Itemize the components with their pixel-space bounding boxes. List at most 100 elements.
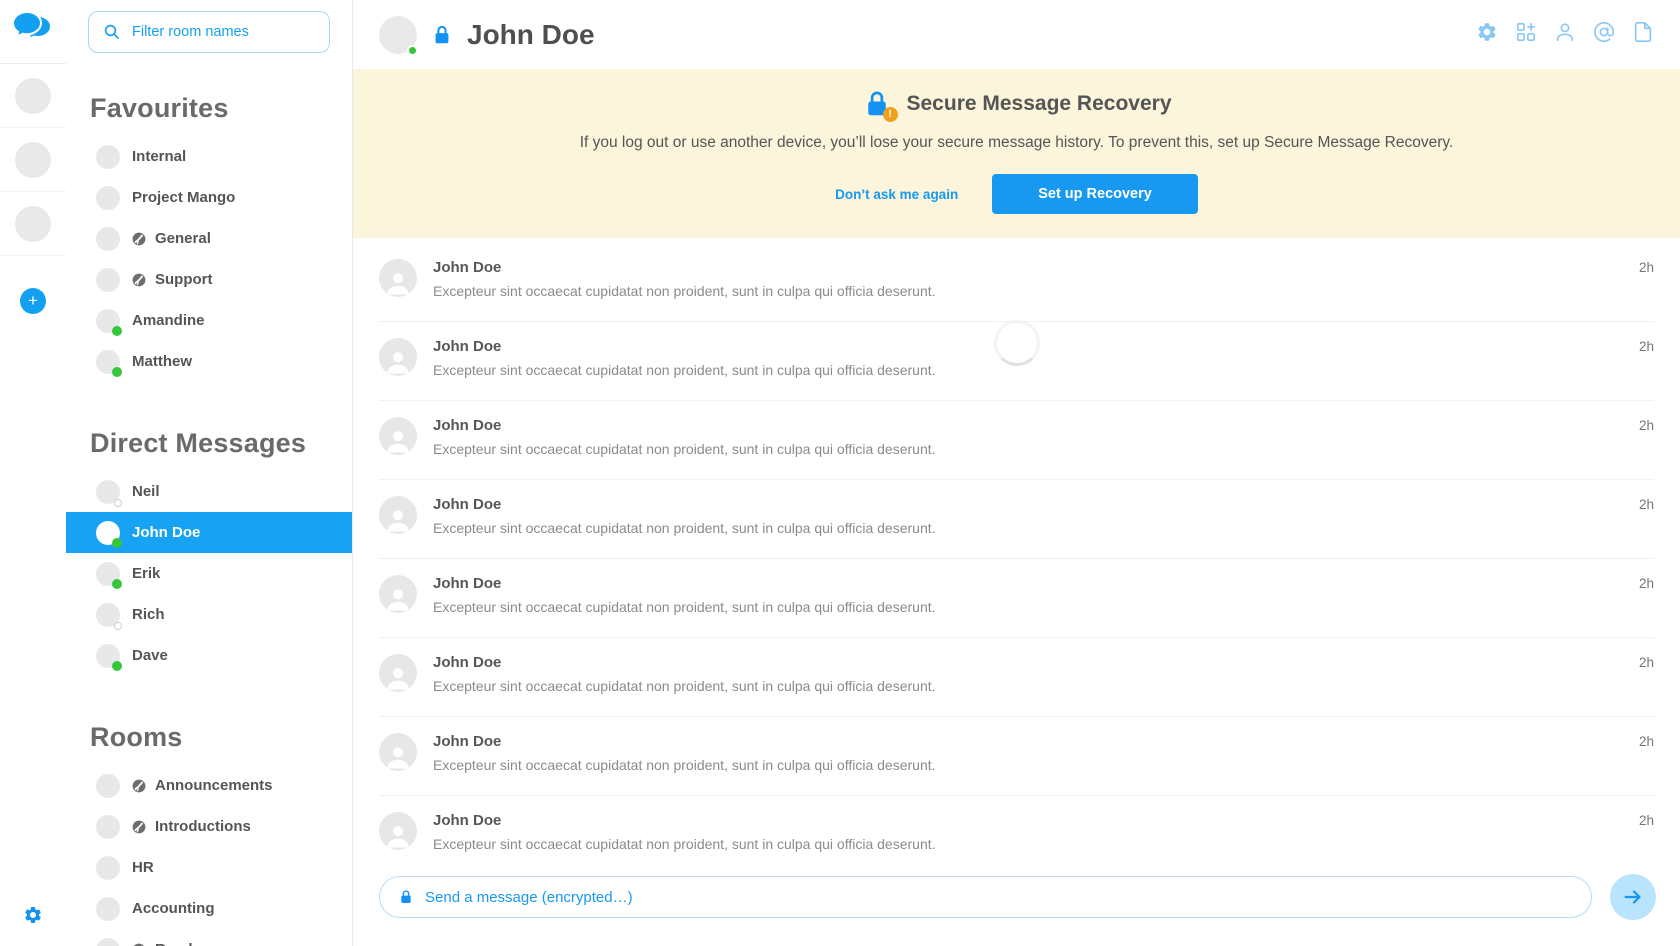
globe-icon <box>132 943 146 946</box>
room-list-item[interactable]: HR <box>66 847 352 888</box>
message-row[interactable]: John Doe Excepteur sint occaecat cupidat… <box>379 638 1654 717</box>
files-button[interactable] <box>1632 21 1654 48</box>
message-timestamp: 2h <box>1639 496 1654 558</box>
lock-icon <box>398 889 414 905</box>
rail-community-avatar[interactable] <box>0 192 66 256</box>
setup-recovery-button[interactable]: Set up Recovery <box>992 174 1198 214</box>
sender-name: John Doe <box>433 733 1623 750</box>
chat-header: John Doe <box>353 0 1680 69</box>
app-logo[interactable] <box>0 0 66 64</box>
person-icon <box>383 583 413 613</box>
room-list-item[interactable]: Matthew <box>66 341 352 382</box>
message-input[interactable] <box>425 889 1573 906</box>
room-name: HR <box>132 859 154 876</box>
room-list-item[interactable]: Neil <box>66 471 352 512</box>
room-list-item[interactable]: Dave <box>66 635 352 676</box>
room-filter[interactable] <box>88 11 330 53</box>
lock-warning-icon: ! <box>862 89 892 119</box>
message-timestamp: 2h <box>1639 575 1654 637</box>
presence-dot <box>112 579 122 589</box>
message-row[interactable]: John Doe Excepteur sint occaecat cupidat… <box>379 796 1654 862</box>
room-list-item[interactable]: General <box>66 218 352 259</box>
room-list-item[interactable]: Project Mango <box>66 177 352 218</box>
room-name: Announcements <box>155 777 273 794</box>
gear-icon <box>1476 21 1498 48</box>
room-name: Internal <box>132 148 186 165</box>
room-avatar <box>96 815 120 839</box>
room-avatar <box>96 938 120 946</box>
chat-title: John Doe <box>467 19 595 51</box>
presence-dot <box>114 622 122 630</box>
room-list-item[interactable]: Erik <box>66 553 352 594</box>
members-button[interactable] <box>1554 21 1576 48</box>
online-dot <box>407 45 418 56</box>
person-icon <box>383 425 413 455</box>
section-title-direct-messages: Direct Messages <box>90 428 352 459</box>
add-community-button[interactable]: + <box>20 288 46 314</box>
send-button[interactable] <box>1610 874 1656 920</box>
message-text: Excepteur sint occaecat cupidatat non pr… <box>433 836 1623 852</box>
room-avatar <box>96 856 120 880</box>
secure-recovery-banner: ! Secure Message Recovery If you log out… <box>353 69 1680 238</box>
room-list-item[interactable]: Random <box>66 929 352 946</box>
room-name: General <box>155 230 211 247</box>
section-title-rooms: Rooms <box>90 722 352 753</box>
sender-avatar <box>379 417 417 455</box>
message-list: John Doe Excepteur sint occaecat cupidat… <box>353 238 1680 862</box>
message-composer <box>353 862 1680 946</box>
message-timestamp: 2h <box>1639 654 1654 716</box>
add-widget-button[interactable] <box>1515 21 1537 48</box>
room-name: Rich <box>132 606 165 623</box>
presence-dot <box>112 538 122 548</box>
room-list-item[interactable]: Announcements <box>66 765 352 806</box>
room-avatar <box>96 521 120 545</box>
dismiss-link[interactable]: Don’t ask me again <box>835 187 958 202</box>
message-timestamp: 2h <box>1639 259 1654 321</box>
room-settings-button[interactable] <box>1476 21 1498 48</box>
room-avatar <box>96 644 120 668</box>
room-name: Random <box>155 941 215 946</box>
message-row[interactable]: John Doe Excepteur sint occaecat cupidat… <box>379 480 1654 559</box>
room-list-item[interactable]: Accounting <box>66 888 352 929</box>
rail-community-avatar[interactable] <box>0 128 66 192</box>
message-timestamp: 2h <box>1639 812 1654 862</box>
message-text: Excepteur sint occaecat cupidatat non pr… <box>433 757 1623 773</box>
sender-avatar <box>379 259 417 297</box>
room-avatar <box>96 145 120 169</box>
avatar <box>15 206 51 242</box>
room-name: Project Mango <box>132 189 235 206</box>
presence-dot <box>112 661 122 671</box>
rail-community-avatar[interactable] <box>0 64 66 128</box>
room-list-item[interactable]: Amandine <box>66 300 352 341</box>
mentions-button[interactable] <box>1593 21 1615 48</box>
sender-avatar <box>379 575 417 613</box>
message-row[interactable]: John Doe Excepteur sint occaecat cupidat… <box>379 401 1654 480</box>
chat-avatar[interactable] <box>379 16 417 54</box>
sender-name: John Doe <box>433 812 1623 829</box>
message-row[interactable]: John Doe Excepteur sint occaecat cupidat… <box>379 243 1654 322</box>
room-filter-input[interactable] <box>132 24 319 40</box>
globe-icon <box>132 779 146 793</box>
sender-avatar <box>379 812 417 850</box>
composer-field[interactable] <box>379 876 1592 918</box>
message-text: Excepteur sint occaecat cupidatat non pr… <box>433 678 1623 694</box>
rooms-list: Announcements Introductions HR Accountin… <box>66 765 352 946</box>
sender-name: John Doe <box>433 654 1623 671</box>
room-avatar <box>96 186 120 210</box>
room-list-item[interactable]: Support <box>66 259 352 300</box>
room-list-sidebar: Favourites Internal Project Mango Genera… <box>66 0 353 946</box>
message-text: Excepteur sint occaecat cupidatat non pr… <box>433 283 1623 299</box>
message-row[interactable]: John Doe Excepteur sint occaecat cupidat… <box>379 717 1654 796</box>
room-list-item[interactable]: Introductions <box>66 806 352 847</box>
arrow-right-icon <box>1622 886 1644 908</box>
message-row[interactable]: John Doe Excepteur sint occaecat cupidat… <box>379 559 1654 638</box>
chat-pane: John Doe <box>353 0 1680 946</box>
room-name: Matthew <box>132 353 192 370</box>
add-widget-icon <box>1515 21 1537 48</box>
settings-button[interactable] <box>23 905 43 930</box>
globe-icon <box>132 820 146 834</box>
room-list-item[interactable]: John Doe <box>66 512 352 553</box>
lock-icon <box>431 24 453 46</box>
room-list-item[interactable]: Rich <box>66 594 352 635</box>
room-list-item[interactable]: Internal <box>66 136 352 177</box>
